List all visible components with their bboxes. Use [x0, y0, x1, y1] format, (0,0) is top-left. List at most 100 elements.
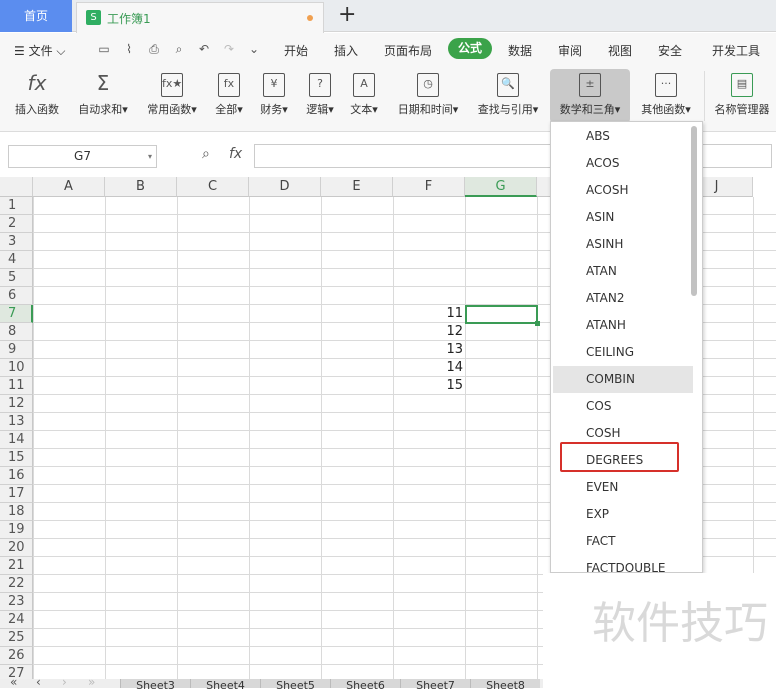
row-header-24[interactable]: 24 [0, 611, 33, 629]
new-tab-button[interactable]: + [338, 2, 356, 27]
sheet-nav-first-icon[interactable]: « [10, 675, 17, 689]
print-icon[interactable]: ⎙ [146, 41, 162, 57]
cell-F9[interactable]: 13 [393, 341, 463, 359]
function-item-ceiling[interactable]: CEILING [553, 339, 693, 366]
undo-icon[interactable]: ↶ [196, 41, 212, 57]
selected-cell[interactable] [465, 305, 540, 326]
fill-handle[interactable] [535, 321, 540, 326]
row-header-17[interactable]: 17 [0, 485, 33, 503]
row-header-4[interactable]: 4 [0, 251, 33, 269]
row-header-13[interactable]: 13 [0, 413, 33, 431]
sheet-tab-sheet8[interactable]: Sheet8 [470, 679, 540, 692]
row-header-25[interactable]: 25 [0, 629, 33, 647]
row-header-11[interactable]: 11 [0, 377, 33, 395]
cell-F10[interactable]: 14 [393, 359, 463, 377]
row-header-20[interactable]: 20 [0, 539, 33, 557]
tab-home[interactable]: 首页 [0, 0, 72, 32]
fx-icon[interactable]: fx [229, 146, 242, 162]
function-item-acos[interactable]: ACOS [553, 150, 693, 177]
common-functions-button[interactable]: fx★ 常用函数▾ [140, 69, 204, 123]
menu-view[interactable]: 视图 [608, 42, 632, 59]
chevron-down-icon[interactable]: ⌄ [246, 41, 262, 57]
all-functions-button[interactable]: fx 全部▾ [210, 69, 248, 123]
redo-icon[interactable]: ↷ [221, 41, 237, 57]
function-item-atan[interactable]: ATAN [553, 258, 693, 285]
sheet-tab-sheet6[interactable]: Sheet6 [330, 679, 400, 692]
row-header-8[interactable]: 8 [0, 323, 33, 341]
row-header-18[interactable]: 18 [0, 503, 33, 521]
row-header-22[interactable]: 22 [0, 575, 33, 593]
function-item-combin[interactable]: COMBIN [553, 366, 693, 393]
financial-button[interactable]: ¥ 财务▾ [254, 69, 294, 123]
sheet-nav-prev-icon[interactable]: ‹ [36, 675, 41, 689]
menu-data[interactable]: 数据 [508, 42, 532, 59]
row-header-10[interactable]: 10 [0, 359, 33, 377]
sheet-tab-sheet3[interactable]: Sheet3 [120, 679, 190, 692]
column-header-A[interactable]: A [33, 177, 105, 197]
menu-insert[interactable]: 插入 [334, 42, 358, 59]
cell-F11[interactable]: 15 [393, 377, 463, 395]
print-preview-icon[interactable]: ⌕ [171, 41, 187, 57]
row-header-1[interactable]: 1 [0, 197, 33, 215]
function-item-abs[interactable]: ABS [553, 123, 693, 150]
row-header-5[interactable]: 5 [0, 269, 33, 287]
menu-start[interactable]: 开始 [284, 42, 308, 59]
logical-button[interactable]: ? 逻辑▾ [300, 69, 340, 123]
menu-security[interactable]: 安全 [658, 42, 682, 59]
row-header-16[interactable]: 16 [0, 467, 33, 485]
menu-developer[interactable]: 开发工具 [712, 42, 760, 59]
row-header-15[interactable]: 15 [0, 449, 33, 467]
name-manager-button[interactable]: ▤ 名称管理器 [708, 69, 776, 123]
row-header-23[interactable]: 23 [0, 593, 33, 611]
function-item-atan2[interactable]: ATAN2 [553, 285, 693, 312]
math-trig-button[interactable]: ± 数学和三角▾ [550, 69, 630, 123]
sheet-nav-next-icon[interactable]: › [62, 675, 67, 689]
save-icon[interactable]: ▭ [96, 41, 112, 57]
function-item-asin[interactable]: ASIN [553, 204, 693, 231]
cell-F7[interactable]: 11 [393, 305, 463, 323]
other-functions-button[interactable]: ··· 其他函数▾ [634, 69, 698, 123]
function-item-cos[interactable]: COS [553, 393, 693, 420]
row-header-21[interactable]: 21 [0, 557, 33, 575]
menu-page-layout[interactable]: 页面布局 [384, 42, 432, 59]
column-header-E[interactable]: E [321, 177, 393, 197]
function-item-asinh[interactable]: ASINH [553, 231, 693, 258]
format-painter-icon[interactable]: ⌇ [121, 41, 137, 57]
dropdown-scrollbar[interactable] [691, 126, 697, 296]
sheet-tab-sheet4[interactable]: Sheet4 [190, 679, 260, 692]
row-header-14[interactable]: 14 [0, 431, 33, 449]
menu-review[interactable]: 审阅 [558, 42, 582, 59]
insert-function-button[interactable]: fx 插入函数 [8, 69, 66, 123]
row-header-3[interactable]: 3 [0, 233, 33, 251]
function-item-atanh[interactable]: ATANH [553, 312, 693, 339]
date-time-button[interactable]: ◷ 日期和时间▾ [390, 69, 466, 123]
sheet-tab-sheet5[interactable]: Sheet5 [260, 679, 330, 692]
menu-formula[interactable]: 公式 [448, 38, 492, 59]
function-item-fact[interactable]: FACT [553, 528, 693, 555]
column-header-D[interactable]: D [249, 177, 321, 197]
column-header-B[interactable]: B [105, 177, 177, 197]
function-item-exp[interactable]: EXP [553, 501, 693, 528]
function-item-even[interactable]: EVEN [553, 474, 693, 501]
row-header-2[interactable]: 2 [0, 215, 33, 233]
function-item-acosh[interactable]: ACOSH [553, 177, 693, 204]
chevron-down-icon[interactable]: ▾ [148, 146, 152, 167]
zoom-search-icon[interactable]: ⌕ [202, 146, 210, 162]
sheet-tab-sheet7[interactable]: Sheet7 [400, 679, 470, 692]
sheet-nav-last-icon[interactable]: » [88, 675, 95, 689]
row-header-6[interactable]: 6 [0, 287, 33, 305]
cell-F8[interactable]: 12 [393, 323, 463, 341]
name-box[interactable]: G7 ▾ [8, 145, 157, 168]
row-header-26[interactable]: 26 [0, 647, 33, 665]
row-header-7[interactable]: 7 [0, 305, 33, 323]
autosum-button[interactable]: Σ 自动求和▾ [72, 69, 134, 123]
text-button[interactable]: A 文本▾ [344, 69, 384, 123]
column-header-C[interactable]: C [177, 177, 249, 197]
row-header-19[interactable]: 19 [0, 521, 33, 539]
select-all-corner[interactable] [0, 177, 33, 197]
column-header-G[interactable]: G [465, 177, 537, 197]
lookup-reference-button[interactable]: 🔍 查找与引用▾ [470, 69, 546, 123]
row-header-12[interactable]: 12 [0, 395, 33, 413]
file-menu[interactable]: ☰ 文件 ⌵ [14, 42, 66, 59]
tab-workbook[interactable]: S 工作簿1 [76, 2, 324, 33]
